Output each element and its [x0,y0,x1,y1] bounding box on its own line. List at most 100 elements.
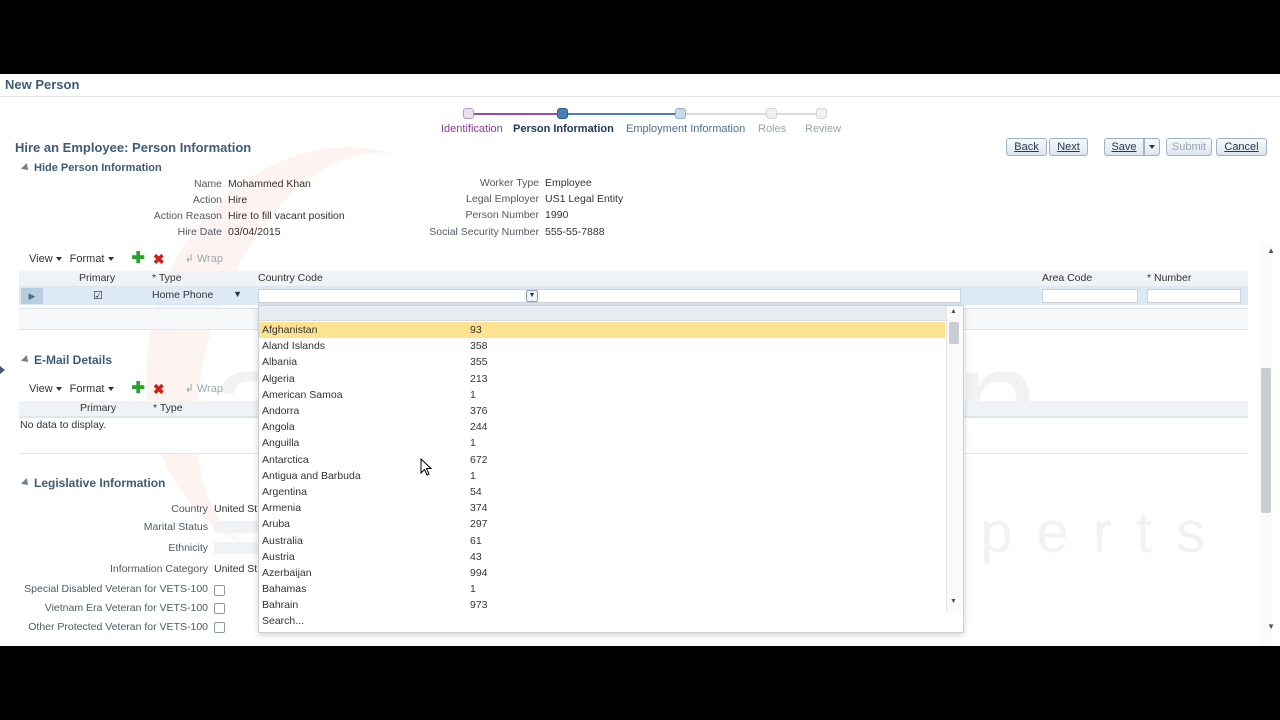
area-code-input[interactable] [1042,289,1138,303]
country-code: 973 [470,599,488,612]
section-header-title: Hire an Employee: Person Information [15,140,252,155]
dropdown-scrollbar[interactable]: ▲ ▼ [946,306,963,612]
save-button[interactable]: Save [1104,138,1144,156]
hide-person-information-toggle[interactable]: Hide Person Information [21,162,162,174]
page-scrollbar-thumb[interactable] [1261,368,1271,513]
country-name: Angola [262,421,295,434]
country-name: Albania [262,356,298,369]
list-item[interactable]: American Samoa 1 [259,387,945,403]
legislative-row-marital-status: Marital Status [60,521,258,534]
country-code: 1 [470,469,476,482]
chevron-up-icon[interactable]: ▲ [1267,246,1275,255]
list-item[interactable]: Andorra 376 [259,403,945,419]
back-button[interactable]: Back [1006,138,1047,156]
chevron-down-icon[interactable]: ▼ [950,598,957,605]
list-item[interactable]: Armenia 374 [259,500,945,516]
format-menu[interactable]: Format [70,253,114,265]
splitter-arrow-icon[interactable] [0,366,5,374]
page-title: New Person [5,77,80,92]
information-category-select[interactable]: United St [214,563,257,575]
train-connector [776,113,820,115]
train-step-identification-node[interactable] [463,108,474,119]
info-row-ssn: Social Security Number 555-55-7888 [420,226,604,238]
chevron-down-icon[interactable]: ▼ [1267,622,1275,631]
train-step-employment-information[interactable]: Employment Information [626,123,745,135]
country-code: 297 [470,518,488,531]
cancel-button[interactable]: Cancel [1216,138,1267,156]
list-item[interactable]: Anguilla 1 [259,435,945,451]
column-header-area-code: Area Code [1042,272,1093,284]
view-menu[interactable]: View [29,383,62,395]
table-row[interactable]: ▶ ☑ Home Phone ▼ ▼ [19,287,1248,305]
email-section-header[interactable]: E-Mail Details [21,353,112,367]
dropdown-scrollbar-thumb[interactable] [949,322,959,344]
chevron-down-icon[interactable]: ▼ [526,290,538,302]
train-step-identification[interactable]: Identification [441,123,503,135]
country-name: Australia [262,534,303,547]
train-step-person-information-node[interactable] [557,108,568,119]
legislative-section-header[interactable]: Legislative Information [21,476,165,490]
checkbox-icon[interactable] [214,603,225,614]
list-item[interactable]: Azerbaijan 994 [259,565,945,581]
phone-type-select[interactable]: Home Phone ▼ [152,289,242,303]
train-step-roles: Roles [758,123,787,135]
info-label: Social Security Number [429,226,539,238]
format-menu[interactable]: Format [70,383,114,395]
list-item[interactable]: Antarctica 672 [259,452,945,468]
country-name: Bahrain [262,599,299,612]
country-code-input[interactable]: ▼ [258,289,961,303]
list-item[interactable]: Algeria 213 [259,371,945,387]
field-label: Information Category [109,563,208,575]
list-item[interactable]: Bahrain 973 [259,597,945,613]
train-step-person-information[interactable]: Person Information [513,123,614,135]
expand-icon[interactable]: ▶ [21,288,43,304]
checkbox-icon[interactable]: ☑ [93,289,103,302]
plus-icon[interactable]: ✚ [132,380,145,396]
info-value: 1990 [545,209,569,221]
list-item[interactable]: Aland Islands 358 [259,338,945,354]
list-item[interactable]: Angola 244 [259,419,945,435]
chevron-up-icon[interactable]: ▲ [950,308,957,315]
delete-icon[interactable]: ✖ [153,382,165,396]
country-select[interactable]: United St [214,503,257,515]
list-item[interactable]: Afghanistan 93 [259,322,945,338]
marital-status-select[interactable] [214,521,258,534]
list-item[interactable]: Austria 43 [259,549,945,565]
checkbox-icon[interactable] [214,585,225,596]
checkbox-label: Special Disabled Veteran for VETS-100 [24,583,208,595]
search-link[interactable]: Search... [262,615,304,627]
delete-icon[interactable]: ✖ [153,252,165,266]
checkbox-icon[interactable] [214,622,225,633]
column-header-country-code: Country Code [258,272,323,284]
list-item[interactable]: Bahamas 1 [259,581,945,597]
phone-number-input[interactable] [1147,289,1241,303]
field-label: Marital Status [143,521,208,533]
wrap-label: Wrap [196,252,223,265]
list-item[interactable]: Australia 61 [259,533,945,549]
chevron-down-icon [55,256,62,261]
dropdown-header [259,306,963,321]
list-item[interactable]: Argentina 54 [259,484,945,500]
list-item[interactable]: Albania 355 [259,354,945,370]
info-label: Person Number [465,209,539,221]
list-item[interactable]: Aruba 297 [259,516,945,532]
legislative-row-ethnicity: Ethnicity [60,542,258,555]
country-code: 358 [470,340,488,353]
country-name: Austria [262,550,295,563]
info-value: Hire to fill vacant position [228,210,345,222]
process-train: Identification Person Information Employ… [440,106,860,136]
train-step-review: Review [805,123,842,135]
next-button[interactable]: Next [1049,138,1088,156]
country-code: 376 [470,405,488,417]
info-label: Worker Type [479,177,539,189]
list-item[interactable]: Antigua and Barbuda 1 [259,468,945,484]
page-scrollbar[interactable] [1260,244,1272,646]
view-menu[interactable]: View [29,253,62,265]
checkbox-label: Vietnam Era Veteran for VETS-100 [44,602,208,614]
save-menu-button[interactable] [1144,138,1160,156]
train-step-employment-information-node[interactable] [675,108,686,119]
format-menu-label: Format [69,382,105,395]
page-title-bar: New Person [0,74,1280,97]
ethnicity-select[interactable] [214,542,258,555]
plus-icon[interactable]: ✚ [132,250,145,266]
